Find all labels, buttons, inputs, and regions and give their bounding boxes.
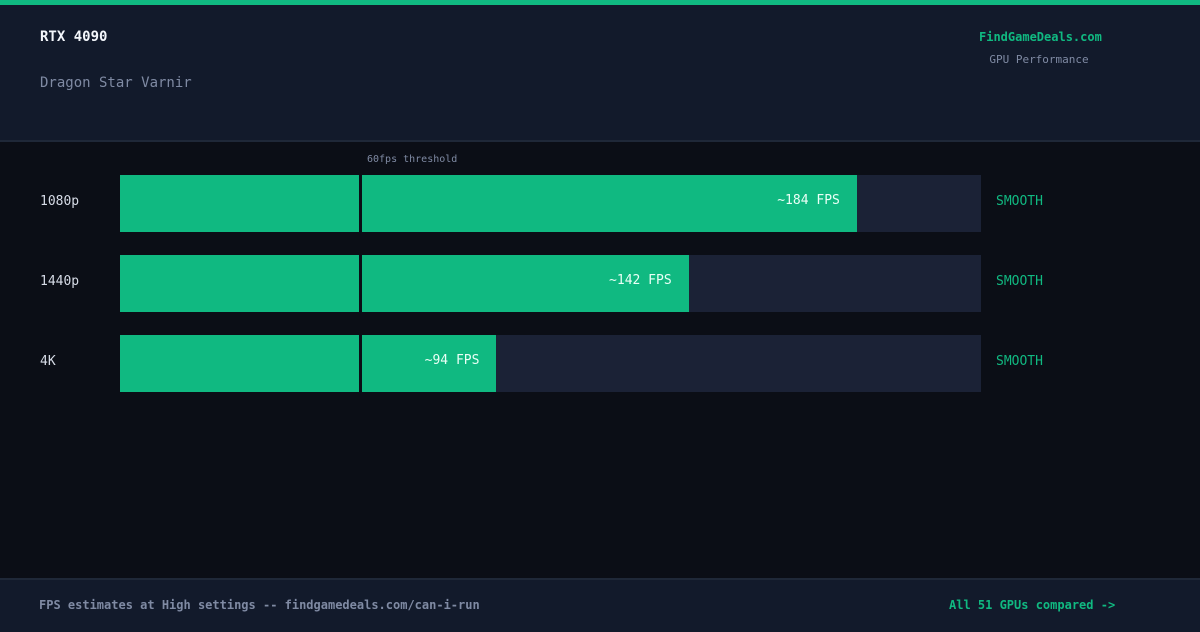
game-title: Dragon Star Varnir <box>40 75 192 91</box>
footer-note: FPS estimates at High settings -- findga… <box>39 598 480 612</box>
row-label-1080p: 1080p <box>40 194 80 209</box>
fps-value-label: ~184 FPS <box>777 193 840 208</box>
fps-value-label: ~142 FPS <box>609 273 672 288</box>
threshold-line <box>359 335 363 392</box>
header: RTX 4090 Dragon Star Varnir FindGameDeal… <box>0 5 1200 142</box>
gpu-title: RTX 4090 <box>40 29 108 45</box>
threshold-line <box>359 175 363 232</box>
bar-track: ~94 FPS <box>120 335 981 392</box>
fps-bar <box>120 255 689 312</box>
fps-value-label: ~94 FPS <box>424 353 480 368</box>
footer: FPS estimates at High settings -- findga… <box>0 578 1200 632</box>
status-label: SMOOTH <box>996 354 1043 369</box>
brand-logo[interactable]: FindGameDeals.com <box>979 30 1102 44</box>
fps-bar <box>120 175 857 232</box>
threshold-line <box>359 255 363 312</box>
bar-track: ~142 FPS <box>120 255 981 312</box>
bar-track: ~184 FPS <box>120 175 981 232</box>
row-label-4k: 4K <box>40 354 56 369</box>
status-label: SMOOTH <box>996 274 1043 289</box>
threshold-label: 60fps threshold <box>367 154 458 165</box>
all-gpus-link[interactable]: All 51 GPUs compared -> <box>949 598 1115 612</box>
brand-subtitle: GPU Performance <box>989 53 1089 66</box>
row-label-1440p: 1440p <box>40 274 80 289</box>
status-label: SMOOTH <box>996 194 1043 209</box>
fps-chart: 60fps threshold 1080p ~184 FPS SMOOTH 1440p… <box>0 142 1200 578</box>
